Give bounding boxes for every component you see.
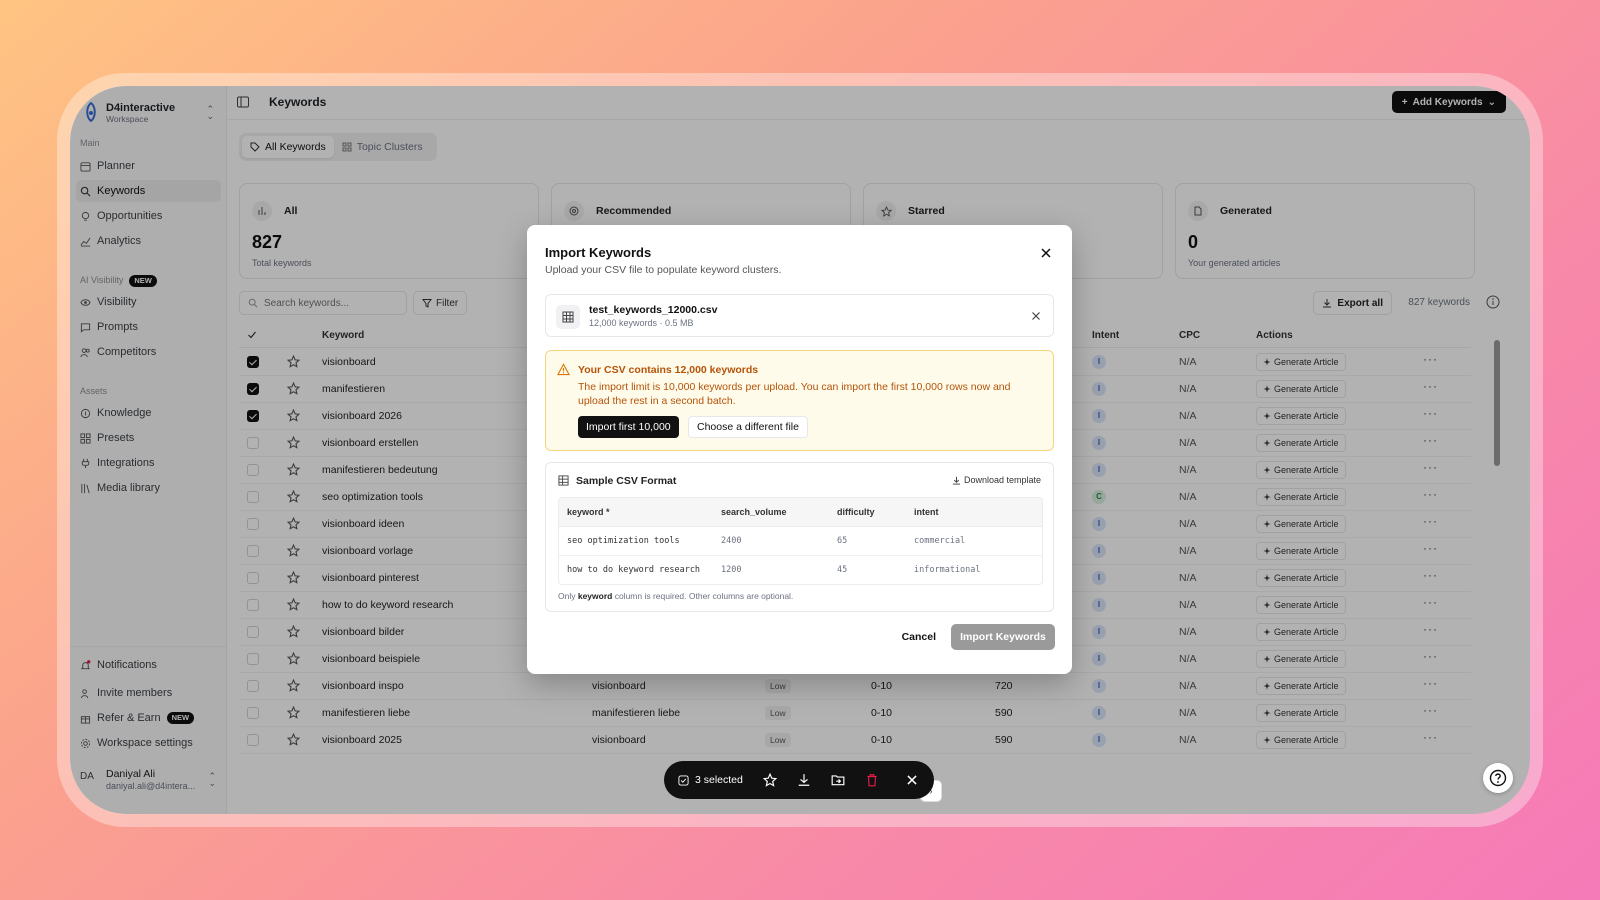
import-keywords-modal: Import Keywords Upload your CSV file to … [527, 225, 1072, 674]
spreadsheet-icon [556, 305, 580, 329]
modal-title: Import Keywords [545, 245, 652, 260]
help-button[interactable] [1483, 763, 1513, 793]
star-icon[interactable] [762, 773, 777, 787]
bulk-actions-bar: 3 selected [664, 761, 934, 799]
selected-count-label: 3 selected [695, 774, 743, 786]
import-keywords-button[interactable]: Import Keywords [951, 624, 1055, 650]
sample-cell: informational [914, 565, 981, 575]
limit-warning: Your CSV contains 12,000 keywords The im… [545, 350, 1054, 451]
sample-row: how to do keyword research 1200 45 infor… [559, 556, 1042, 584]
sample-column-difficulty: difficulty [837, 507, 875, 517]
sample-row: seo optimization tools 2400 65 commercia… [559, 527, 1042, 556]
choose-different-file-button[interactable]: Choose a different file [688, 416, 808, 438]
close-icon[interactable] [1040, 247, 1052, 259]
modal-subtitle: Upload your CSV file to populate keyword… [545, 264, 782, 276]
download-icon [952, 476, 961, 485]
sample-column-label: keyword [567, 507, 604, 517]
sample-cell: 45 [837, 565, 848, 575]
download-icon[interactable] [797, 773, 811, 787]
close-icon[interactable] [905, 773, 919, 787]
help-question-icon [1489, 769, 1507, 787]
sample-csv-format: Sample CSV Format Download template keyw… [545, 462, 1054, 612]
folder-move-icon[interactable] [831, 773, 845, 787]
download-template-label: Download template [963, 475, 1041, 485]
sample-cell: how to do keyword research [567, 565, 701, 575]
sample-table-header: keyword * search_volume difficulty inten… [559, 498, 1042, 527]
selection-count: 3 selected [678, 774, 743, 786]
table-icon [558, 475, 569, 486]
download-template-link[interactable]: Download template [952, 475, 1041, 485]
sample-column-intent: intent [914, 507, 939, 517]
sample-table: keyword * search_volume difficulty inten… [558, 497, 1043, 585]
file-name: test_keywords_12000.csv [589, 304, 718, 316]
sample-cell: seo optimization tools [567, 536, 680, 546]
remove-file-icon[interactable] [1031, 311, 1041, 321]
sample-cell: 1200 [721, 565, 742, 575]
note-text: Only [558, 591, 578, 601]
sample-column-keyword: keyword * [567, 507, 610, 517]
import-first-button[interactable]: Import first 10,000 [578, 416, 679, 438]
required-marker: * [606, 507, 610, 517]
trash-icon[interactable] [865, 773, 879, 787]
sample-cell: 65 [837, 536, 848, 546]
file-meta: 12,000 keywords · 0.5 MB [589, 318, 694, 328]
warning-text: The import limit is 10,000 keywords per … [578, 381, 1011, 407]
selected-file: test_keywords_12000.csv 12,000 keywords … [545, 294, 1054, 337]
warning-triangle-icon [557, 363, 570, 376]
note-text: column is required. Other columns are op… [612, 591, 794, 601]
cancel-button[interactable]: Cancel [902, 631, 936, 643]
sample-title: Sample CSV Format [576, 475, 677, 487]
sample-cell: commercial [914, 536, 966, 546]
checkbox-icon [678, 774, 689, 786]
sample-cell: 2400 [721, 536, 742, 546]
warning-title: Your CSV contains 12,000 keywords [578, 364, 759, 376]
note-bold: keyword [577, 591, 613, 601]
sample-note: Only keyword column is required. Other c… [558, 591, 793, 601]
sample-column-search-volume: search_volume [721, 507, 787, 517]
